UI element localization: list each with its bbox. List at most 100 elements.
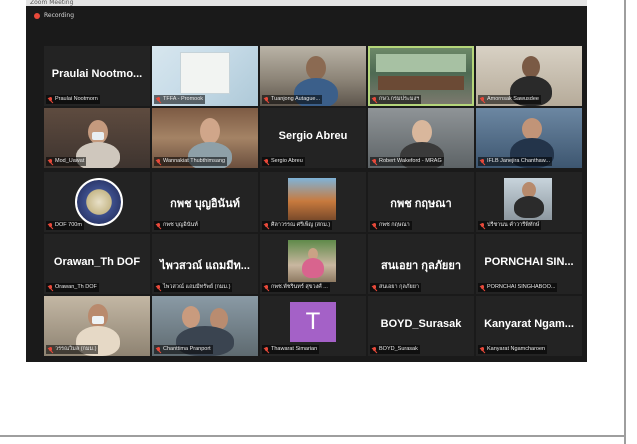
participant-tile[interactable]: IFLB Janejira Chanthaw... — [476, 108, 582, 168]
mic-muted-icon — [372, 346, 377, 353]
participant-video-head — [182, 306, 200, 328]
participant-label: Praulai Nootmorn — [46, 95, 100, 104]
participant-video-head — [412, 120, 432, 144]
participant-display-name: ไพวสวณ์ แถมมีท... — [160, 260, 250, 272]
participant-tile[interactable]: ปรีชานน คำวารีพิทักษ์ — [476, 172, 582, 232]
mic-muted-icon — [480, 96, 485, 103]
participant-label: กพช.พัชรินทร์ สุขวงศ์ ... — [262, 283, 330, 292]
participant-label: ศิลาวรรณ ศรีเพ็ญ (สกม.) — [262, 221, 333, 230]
mic-muted-icon — [156, 284, 161, 291]
participant-photo-body — [514, 196, 544, 218]
mic-muted-icon — [156, 346, 161, 353]
participant-tile[interactable]: Amornsak Sawusdee — [476, 46, 582, 106]
participant-label: Orawan_Th DOF — [46, 283, 99, 292]
face-mask — [92, 316, 104, 324]
participant-photo-body — [302, 258, 324, 278]
participant-label: BOYD_Surasak — [370, 345, 420, 354]
participant-tile[interactable]: Sergio Abreu Sergio Abreu — [260, 108, 366, 168]
participant-label: DOF 700m — [46, 221, 84, 230]
participant-display-name: สนเอยา กุลภัยยา — [381, 260, 461, 272]
participant-video-table — [378, 76, 464, 90]
recording-indicator[interactable]: Recording — [34, 12, 74, 19]
participant-label: PORNCHAI SINGHABOO... — [478, 283, 558, 292]
participant-tile[interactable]: DOF 700m — [44, 172, 150, 232]
participant-video-head — [522, 56, 540, 78]
participant-tile[interactable]: สนเอยา กุลภัยยา สนเอยา กุลภัยยา — [368, 234, 474, 294]
participant-tile[interactable]: Kanyarat Ngam... Kanyarat Ngamcharoen — [476, 296, 582, 356]
participant-tile[interactable]: Mod_Uawat — [44, 108, 150, 168]
mic-muted-icon — [48, 222, 53, 229]
participant-display-name: Praulai Nootmo... — [51, 68, 143, 80]
participant-video-backdrop — [376, 54, 466, 72]
participant-tile[interactable]: T Thawarat Simarian — [260, 296, 366, 356]
participant-tile[interactable]: ศิลาวรรณ ศรีเพ็ญ (สกม.) — [260, 172, 366, 232]
mic-muted-icon — [372, 284, 377, 291]
mic-muted-icon — [264, 222, 269, 229]
participant-label: Tuanjong Autague... — [262, 95, 323, 104]
participant-display-name: Orawan_Th DOF — [53, 256, 141, 268]
page-border-right — [624, 0, 626, 444]
participant-tile[interactable]: วรรณวิมล (กมม.) — [44, 296, 150, 356]
participant-tile[interactable]: Praulai Nootmo... Praulai Nootmorn — [44, 46, 150, 106]
participant-label: Amornsak Sawusdee — [478, 95, 541, 104]
mic-muted-icon — [156, 96, 161, 103]
participant-tile[interactable]: กพช บุญอินันท์ กพช บุญอินันท์ — [152, 172, 258, 232]
mic-muted-icon — [480, 284, 485, 291]
participant-label: IFLB Janejira Chanthaw... — [478, 157, 552, 166]
participant-avatar: T — [290, 302, 336, 342]
participant-tile[interactable]: TFFA - Promook — [152, 46, 258, 106]
participant-video-head — [306, 56, 326, 80]
participant-display-name: กพช กฤษณา — [390, 198, 452, 210]
participant-tile[interactable]: Chanttima Pranport — [152, 296, 258, 356]
participant-label: Kanyarat Ngamcharoen — [478, 345, 548, 354]
participant-label: TFFA - Promook — [154, 95, 206, 104]
mic-muted-icon — [372, 158, 377, 165]
participant-tile[interactable]: กพช.พัชรินทร์ สุขวงศ์ ... — [260, 234, 366, 294]
participant-tile[interactable]: PORNCHAI SIN... PORNCHAI SINGHABOO... — [476, 234, 582, 294]
participant-label: กพช กฤษณา — [370, 221, 412, 230]
page-border-bottom — [0, 435, 626, 437]
mic-muted-icon — [156, 222, 161, 229]
mic-muted-icon — [264, 158, 269, 165]
participant-video-head — [200, 118, 220, 144]
participant-display-name: กพช บุญอินันท์ — [170, 198, 240, 210]
participant-display-name: BOYD_Surasak — [380, 318, 462, 330]
mic-muted-icon — [156, 158, 161, 165]
participant-label: Mod_Uawat — [46, 157, 87, 166]
department-seal-logo — [75, 178, 123, 226]
mic-muted-icon — [48, 96, 53, 103]
profile-photo-landscape — [288, 178, 336, 220]
mic-muted-icon — [264, 284, 269, 291]
mic-muted-icon — [480, 222, 485, 229]
mic-muted-icon — [480, 346, 485, 353]
participant-display-name: Kanyarat Ngam... — [484, 318, 574, 330]
participant-label: กษว.กรมประมงฯ — [370, 95, 422, 104]
participant-display-name: Sergio Abreu — [278, 130, 348, 142]
zoom-meeting-window: Zoom Meeting Recording Praulai Nootmo...… — [26, 0, 587, 362]
mic-muted-icon — [48, 284, 53, 291]
mic-muted-icon — [372, 96, 377, 103]
participant-tile[interactable]: Robert Wakeford - MRAG — [368, 108, 474, 168]
participant-label: ปรีชานน คำวารีพิทักษ์ — [478, 221, 542, 230]
mic-muted-icon — [48, 158, 53, 165]
participant-label: Sergio Abreu — [262, 157, 305, 166]
participant-tile[interactable]: BOYD_Surasak BOYD_Surasak — [368, 296, 474, 356]
participant-tile[interactable]: Wannakiat Thubthimsang — [152, 108, 258, 168]
participant-tile[interactable]: Tuanjong Autague... — [260, 46, 366, 106]
participant-tile[interactable]: ไพวสวณ์ แถมมีท... ไพวสวณ์ แถมมีทรัพย์ (ก… — [152, 234, 258, 294]
participant-tile[interactable]: กพช กฤษณา กพช กฤษณา — [368, 172, 474, 232]
participant-tile-active-speaker[interactable]: กษว.กรมประมงฯ — [368, 46, 474, 106]
participant-label: Thawarat Simarian — [262, 345, 320, 354]
participant-label: Chanttima Pranport — [154, 345, 213, 354]
mic-muted-icon — [372, 222, 377, 229]
participant-label: Wannakiat Thubthimsang — [154, 157, 228, 166]
participant-label: กพช บุญอินันท์ — [154, 221, 200, 230]
participant-label: ไพวสวณ์ แถมมีทรัพย์ (กมม.) — [154, 283, 233, 292]
face-mask — [92, 132, 104, 140]
participant-display-name: PORNCHAI SIN... — [484, 256, 574, 268]
mic-muted-icon — [264, 96, 269, 103]
window-titlebar: Zoom Meeting — [26, 0, 587, 6]
participant-label: Robert Wakeford - MRAG — [370, 157, 444, 166]
shared-map-image — [180, 52, 230, 94]
participant-tile[interactable]: Orawan_Th DOF Orawan_Th DOF — [44, 234, 150, 294]
